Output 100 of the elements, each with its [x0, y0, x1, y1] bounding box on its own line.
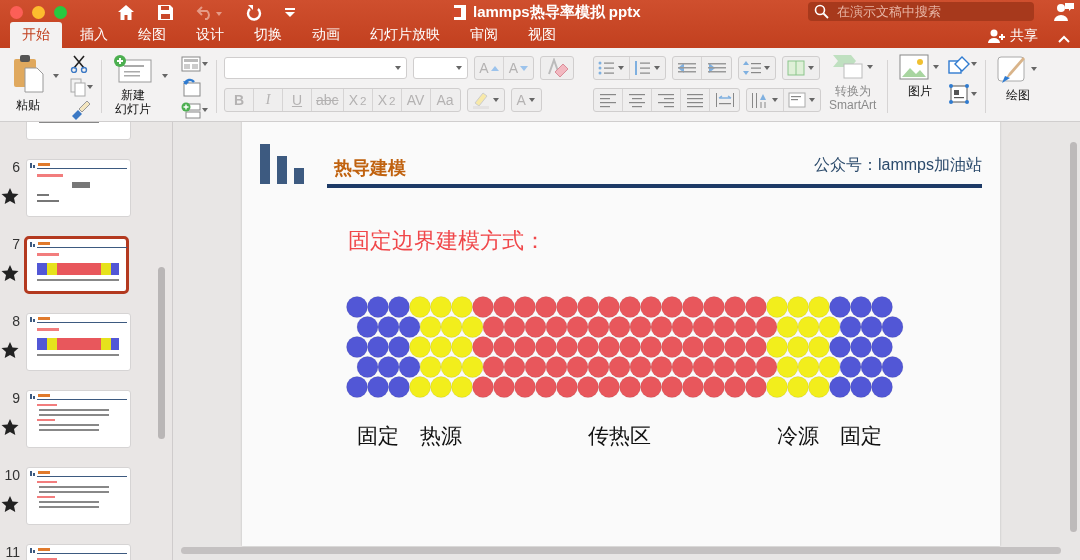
- image-icon: [899, 54, 930, 80]
- close-button[interactable]: [10, 5, 23, 19]
- ribbon-tab[interactable]: 绘图: [126, 22, 178, 48]
- caret-icon: [771, 96, 779, 104]
- slide-number: 8: [12, 313, 20, 329]
- text-box-button[interactable]: [948, 84, 979, 104]
- person-add-icon: [988, 28, 1006, 44]
- align-right-icon: [657, 92, 675, 108]
- zoom-button[interactable]: [54, 5, 67, 19]
- new-slide-button[interactable]: 新建 幻灯片: [109, 54, 157, 116]
- paste-button[interactable]: 粘贴: [8, 54, 48, 112]
- align-text-icon: [788, 92, 806, 108]
- up-icon: [490, 64, 499, 72]
- animation-star-icon: [0, 264, 20, 282]
- justify-icon: [686, 92, 704, 108]
- region-label: 传热区: [587, 424, 651, 447]
- highlighter-icon: [471, 91, 490, 109]
- outdent-icon: [677, 60, 697, 76]
- layout-button[interactable]: [181, 54, 209, 74]
- ribbon-tab[interactable]: 切换: [242, 22, 294, 48]
- home-icon[interactable]: [117, 3, 135, 21]
- customize-icon[interactable]: [284, 6, 296, 18]
- scrollbar[interactable]: [1070, 142, 1077, 532]
- caret-icon: [865, 63, 874, 71]
- paintbrush-icon: [70, 100, 90, 120]
- animation-star-icon: [0, 341, 20, 359]
- ribbon-tab[interactable]: 插入: [68, 22, 120, 48]
- account-text: 公众号：lammps加油站: [814, 155, 982, 175]
- ribbon-tab[interactable]: 开始: [10, 22, 62, 48]
- search-field[interactable]: 在演示文稿中搜索: [808, 2, 1034, 21]
- caret-icon: [808, 96, 816, 104]
- numbered-list-icon: [634, 60, 651, 76]
- scrollbar[interactable]: [158, 267, 165, 439]
- shapes-button[interactable]: [948, 54, 979, 74]
- slide-number: 9: [12, 390, 20, 406]
- layout-icon: [181, 56, 201, 72]
- indent-icon: [706, 60, 727, 76]
- slide-number: 6: [12, 159, 20, 175]
- animation-star-icon: [0, 187, 20, 205]
- caret-icon: [763, 64, 771, 72]
- caret-icon: [1030, 65, 1039, 73]
- ribbon-tab[interactable]: 审阅: [458, 22, 510, 48]
- section-button[interactable]: [181, 100, 209, 120]
- caret-icon: [201, 106, 209, 114]
- slide-number: 7: [12, 236, 20, 252]
- slide-number: 11: [5, 544, 20, 560]
- slide-number: 10: [4, 467, 20, 483]
- region-label: 热源: [419, 424, 462, 447]
- scrollbar[interactable]: [181, 547, 1061, 554]
- caret-icon: [617, 64, 625, 72]
- redo-icon[interactable]: [245, 3, 262, 21]
- caret-icon: [653, 64, 661, 72]
- columns-icon: [787, 60, 805, 76]
- minimize-button[interactable]: [32, 5, 45, 19]
- align-left-icon: [599, 92, 617, 108]
- undo-icon[interactable]: [196, 3, 223, 21]
- caret-icon: [86, 83, 94, 91]
- font-name-field[interactable]: [224, 57, 407, 79]
- animation-star-icon: [0, 495, 20, 513]
- scissors-icon: [70, 55, 88, 73]
- reset-slide-icon: [181, 77, 201, 97]
- slide-thumbnail[interactable]: [24, 236, 129, 294]
- caret-icon: [394, 64, 402, 72]
- line-spacing-icon: [743, 60, 761, 76]
- bar-chart-logo-icon: [260, 144, 304, 184]
- picture-button[interactable]: 图片: [895, 54, 945, 98]
- account-icon[interactable]: [1054, 2, 1074, 21]
- text-box-icon: [948, 83, 971, 105]
- caret-icon: [491, 96, 500, 104]
- caret-icon: [807, 64, 815, 72]
- eraser-icon: [545, 58, 569, 78]
- collapse-icon[interactable]: [1058, 34, 1070, 44]
- new-slide-icon: [113, 54, 153, 84]
- window-title: lammps热导率模拟 pptx: [473, 3, 641, 22]
- animation-star-icon: [0, 418, 20, 436]
- bullet-list-icon: [598, 60, 615, 76]
- caret-icon: [52, 72, 60, 80]
- ribbon-tab[interactable]: 动画: [300, 22, 352, 48]
- smartart-icon: [831, 54, 864, 80]
- distribute-icon: [714, 92, 735, 108]
- save-icon[interactable]: [157, 3, 174, 21]
- ribbon-tab[interactable]: 视图: [516, 22, 568, 48]
- draw-button[interactable]: 绘图: [993, 54, 1043, 121]
- slide-title: 热导建模: [334, 157, 406, 180]
- caret-icon: [201, 60, 209, 68]
- region-label: 冷源: [776, 424, 819, 447]
- ribbon-tab[interactable]: 设计: [184, 22, 236, 48]
- region-label: 固定: [839, 424, 882, 447]
- caret-icon: [932, 63, 941, 71]
- share-button[interactable]: 共享: [982, 26, 1044, 46]
- brush-icon: [997, 54, 1028, 84]
- caret-icon: [970, 60, 979, 68]
- font-size-field[interactable]: [413, 57, 468, 79]
- align-center-icon: [628, 92, 646, 108]
- down-icon: [520, 64, 529, 72]
- shapes-icon: [948, 54, 971, 74]
- section-icon: [181, 101, 201, 119]
- copy-icon: [70, 77, 86, 97]
- ribbon-tab[interactable]: 幻灯片放映: [358, 22, 452, 48]
- caret-icon: [161, 72, 169, 80]
